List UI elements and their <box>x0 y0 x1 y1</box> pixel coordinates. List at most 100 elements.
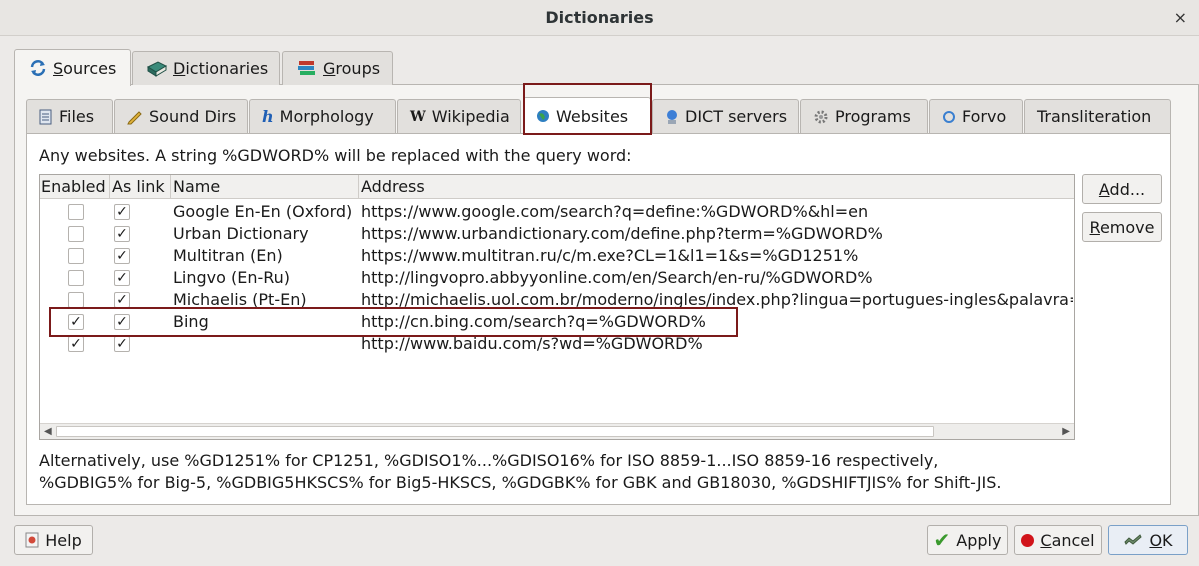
as-link-checkbox[interactable]: ✓ <box>114 226 130 242</box>
row-address: http://www.baidu.com/s?wd=%GDWORD% <box>361 334 703 353</box>
websites-description: Any websites. A string %GDWORD% will be … <box>39 146 632 165</box>
as-link-checkbox[interactable]: ✓ <box>114 336 130 352</box>
table-row[interactable]: ✓ Lingvo (En-Ru) http://lingvopro.abbyyo… <box>40 267 1074 289</box>
tab-dictionaries[interactable]: Dictionaries <box>132 51 280 85</box>
row-address: https://www.multitran.ru/c/m.exe?CL=1&l1… <box>361 246 859 265</box>
tab-forvo[interactable]: Forvo <box>929 99 1023 133</box>
row-name: Google En-En (Oxford) <box>173 202 353 221</box>
red-dot-icon <box>1021 533 1035 547</box>
cancel-button[interactable]: Cancel <box>1014 525 1102 555</box>
scroll-right-icon[interactable]: ▶ <box>1062 424 1070 440</box>
add-button-label: Add... <box>1098 179 1146 199</box>
add-button[interactable]: Add... <box>1082 174 1162 204</box>
tab-wikipedia-label: Wikipedia <box>431 107 510 126</box>
row-name: Bing <box>173 312 209 331</box>
as-link-checkbox[interactable]: ✓ <box>114 204 130 220</box>
checkmark-icon: ✔ <box>933 528 951 552</box>
row-address: https://www.urbandictionary.com/define.p… <box>361 224 883 243</box>
encodings-note-line1: Alternatively, use %GD1251% for CP1251, … <box>39 451 939 470</box>
tab-wikipedia[interactable]: W Wikipedia <box>397 99 521 133</box>
tab-transliteration[interactable]: Transliteration <box>1024 99 1171 133</box>
tab-groups-label: Groups <box>323 59 381 78</box>
tab-sound-dirs-label: Sound Dirs <box>149 107 237 126</box>
server-globe-icon <box>667 109 677 124</box>
table-row[interactable]: ✓ Multitran (En) https://www.multitran.r… <box>40 245 1074 267</box>
table-row[interactable]: ✓ ✓ Bing http://cn.bing.com/search?q=%GD… <box>40 311 1074 333</box>
enabled-checkbox[interactable] <box>68 226 84 242</box>
as-link-checkbox[interactable]: ✓ <box>114 248 130 264</box>
ok-hand-icon <box>1124 534 1143 545</box>
table-row[interactable]: ✓ Michaelis (Pt-En) http://michaelis.uol… <box>40 289 1074 311</box>
tab-forvo-label: Forvo <box>962 107 1007 126</box>
books-stack-icon <box>298 60 315 75</box>
row-name: Lingvo (En-Ru) <box>173 268 291 287</box>
window-title: Dictionaries <box>545 8 654 27</box>
book-icon <box>147 60 167 77</box>
tab-transliteration-label: Transliteration <box>1037 107 1152 126</box>
horizontal-scrollbar[interactable]: ◀ ▶ <box>40 423 1074 439</box>
globe-icon <box>537 110 549 122</box>
enabled-checkbox[interactable]: ✓ <box>68 336 84 352</box>
tab-files[interactable]: Files <box>26 99 113 133</box>
enabled-checkbox[interactable] <box>68 248 84 264</box>
table-header: Enabled As link Name Address <box>40 175 1074 199</box>
row-address: http://cn.bing.com/search?q=%GDWORD% <box>361 312 706 331</box>
column-enabled[interactable]: Enabled <box>40 175 110 199</box>
as-link-checkbox[interactable]: ✓ <box>114 314 130 330</box>
tab-sources-label: Sources <box>53 58 117 78</box>
as-link-checkbox[interactable]: ✓ <box>114 292 130 308</box>
tab-groups[interactable]: Groups <box>282 51 393 85</box>
tab-morphology[interactable]: h Morphology <box>249 99 396 133</box>
tab-websites[interactable]: Websites <box>523 97 651 134</box>
gear-icon <box>814 110 828 123</box>
remove-button[interactable]: Remove <box>1082 212 1162 242</box>
forvo-icon <box>943 110 955 123</box>
w-letter-icon: W <box>410 108 426 125</box>
tab-dict-servers[interactable]: DICT servers <box>652 99 799 133</box>
table-row[interactable]: ✓ Urban Dictionary https://www.urbandict… <box>40 223 1074 245</box>
tab-dict-servers-label: DICT servers <box>685 107 788 126</box>
ok-button[interactable]: OK <box>1108 525 1188 555</box>
encodings-note-line2: %GDBIG5% for Big-5, %GDBIG5HKSCS% for Bi… <box>39 473 1002 492</box>
row-address: http://michaelis.uol.com.br/moderno/ingl… <box>361 290 1073 309</box>
row-address: https://www.google.com/search?q=define:%… <box>361 202 869 221</box>
help-button[interactable]: Help <box>14 525 93 555</box>
tab-dictionaries-label: Dictionaries <box>173 59 269 78</box>
apply-button[interactable]: ✔ Apply <box>927 525 1008 555</box>
enabled-checkbox[interactable] <box>68 204 84 220</box>
enabled-checkbox[interactable]: ✓ <box>68 314 84 330</box>
tab-morphology-label: Morphology <box>279 107 374 126</box>
tab-sound-dirs[interactable]: Sound Dirs <box>114 99 248 133</box>
row-name <box>173 333 359 355</box>
column-name[interactable]: Name <box>172 175 359 199</box>
cancel-button-label: Cancel <box>1040 530 1095 550</box>
column-address[interactable]: Address <box>360 175 1074 199</box>
tab-websites-label: Websites <box>556 106 629 126</box>
h-letter-icon: h <box>262 107 274 126</box>
encodings-note: Alternatively, use %GD1251% for CP1251, … <box>39 450 1002 494</box>
tab-programs-label: Programs <box>835 107 911 126</box>
close-icon[interactable]: × <box>1174 8 1187 27</box>
column-as-link[interactable]: As link <box>111 175 171 199</box>
enabled-checkbox[interactable] <box>68 292 84 308</box>
table-row[interactable]: ✓ ✓ http://www.baidu.com/s?wd=%GDWORD% <box>40 333 1074 355</box>
refresh-icon <box>30 60 46 76</box>
scroll-left-icon[interactable]: ◀ <box>44 424 52 440</box>
row-name: Urban Dictionary <box>173 224 309 243</box>
help-icon <box>25 532 39 548</box>
row-name: Multitran (En) <box>173 246 283 265</box>
row-name: Michaelis (Pt-En) <box>173 290 307 309</box>
remove-button-label: Remove <box>1089 217 1155 237</box>
apply-button-label: Apply <box>956 530 1002 550</box>
table-row[interactable]: ✓ Google En-En (Oxford) https://www.goog… <box>40 201 1074 223</box>
window-titlebar: Dictionaries × <box>0 0 1199 36</box>
tab-programs[interactable]: Programs <box>800 99 928 133</box>
tab-sources[interactable]: Sources <box>14 49 131 86</box>
tab-files-label: Files <box>59 107 95 126</box>
websites-table[interactable]: Enabled As link Name Address ✓ Google En… <box>39 174 1075 440</box>
as-link-checkbox[interactable]: ✓ <box>114 270 130 286</box>
scrollbar-thumb[interactable] <box>56 426 934 437</box>
row-address: http://lingvopro.abbyyonline.com/en/Sear… <box>361 268 873 287</box>
pencil-folder-icon <box>127 110 142 124</box>
enabled-checkbox[interactable] <box>68 270 84 286</box>
